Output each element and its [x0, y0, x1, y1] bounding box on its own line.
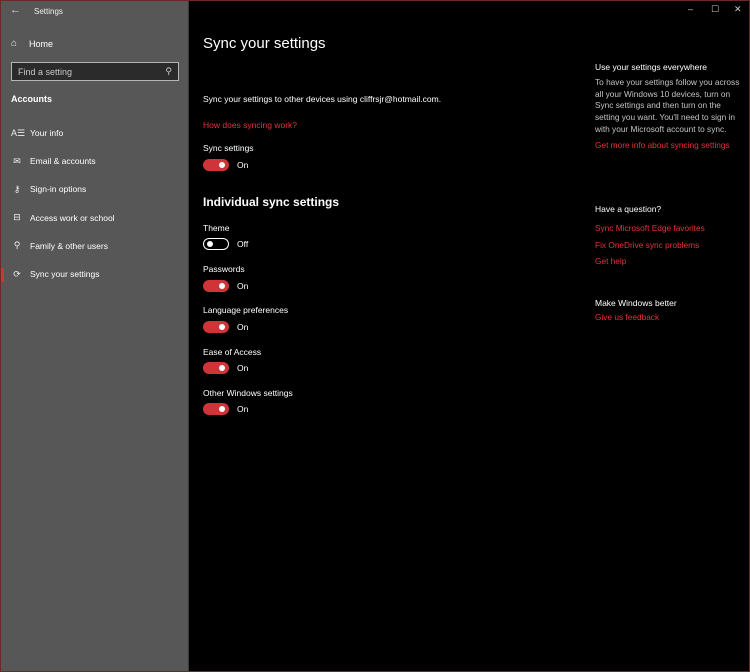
get-help-link[interactable]: Get help [595, 256, 745, 268]
sidebar-item-label: Your info [30, 128, 64, 139]
sidebar-item-label: Family & other users [30, 240, 108, 251]
close-button[interactable]: ✕ [734, 4, 742, 15]
more-info-syncing-link[interactable]: Get more info about syncing settings [595, 140, 745, 152]
sync-icon: ⟳ [13, 268, 21, 279]
home-nav-item[interactable]: ⌂ Home [11, 38, 53, 49]
sidebar-item-access-work-school[interactable]: ⊟ Access work or school [1, 204, 189, 232]
ease-of-access-toggle[interactable]: On [203, 362, 248, 374]
page-title: Sync your settings [203, 35, 326, 52]
toggle-switch[interactable] [203, 362, 229, 374]
other-windows-settings-toggle[interactable]: On [203, 403, 248, 415]
search-icon[interactable]: ⚲ [165, 66, 172, 77]
minimize-button[interactable]: – [688, 4, 693, 14]
home-icon: ⌂ [11, 38, 18, 49]
toggle-switch[interactable] [203, 280, 229, 292]
search-input[interactable]: Find a setting ⚲ [11, 62, 179, 81]
sidebar-item-label: Sync your settings [30, 269, 100, 280]
ease-of-access-label: Ease of Access [203, 347, 262, 357]
briefcase-icon: ⊟ [13, 212, 21, 223]
sidebar-item-sign-in-options[interactable]: ⚷ Sign-in options [1, 175, 189, 203]
fix-onedrive-link[interactable]: Fix OneDrive sync problems [595, 240, 745, 252]
sidebar-item-sync-settings[interactable]: ⟳ Sync your settings [1, 260, 189, 288]
maximize-button[interactable]: ☐ [711, 4, 719, 15]
use-settings-everywhere-text: To have your settings follow you across … [595, 77, 740, 134]
search-placeholder: Find a setting [18, 66, 73, 77]
person-card-icon: A☰ [11, 127, 26, 138]
settings-window: ← Settings ⌂ Home Find a setting ⚲ Accou… [0, 0, 750, 672]
sync-settings-label: Sync settings [203, 143, 254, 153]
have-a-question-heading: Have a question? [595, 204, 662, 214]
theme-toggle[interactable]: Off [203, 238, 248, 250]
toggle-switch[interactable] [203, 321, 229, 333]
section-title: Accounts [11, 94, 53, 104]
use-settings-everywhere-panel: Use your settings everywhere To have you… [595, 62, 745, 151]
toggle-state: On [237, 322, 249, 332]
passwords-toggle[interactable]: On [203, 280, 248, 292]
key-icon: ⚷ [13, 183, 21, 194]
sidebar: ← Settings ⌂ Home Find a setting ⚲ Accou… [1, 1, 189, 671]
back-arrow-icon[interactable]: ← [10, 4, 21, 16]
sync-description: Sync your settings to other devices usin… [203, 94, 442, 104]
make-windows-better-heading: Make Windows better [595, 298, 677, 308]
sidebar-item-family-other-users[interactable]: ⚲ Family & other users [1, 232, 189, 260]
language-preferences-label: Language preferences [203, 305, 289, 315]
how-syncing-works-link[interactable]: How does syncing work? [203, 120, 297, 130]
other-windows-settings-label: Other Windows settings [203, 388, 293, 398]
toggle-switch[interactable] [203, 238, 229, 250]
give-feedback-link[interactable]: Give us feedback [595, 312, 745, 324]
sidebar-item-label: Sign-in options [30, 184, 87, 195]
mail-icon: ✉ [13, 155, 21, 166]
sync-edge-favorites-link[interactable]: Sync Microsoft Edge favorites [595, 223, 745, 235]
toggle-switch[interactable] [203, 403, 229, 415]
add-person-icon: ⚲ [13, 240, 21, 251]
theme-label: Theme [203, 223, 230, 233]
language-preferences-toggle[interactable]: On [203, 321, 248, 333]
sidebar-nav: A☰ Your info ✉ Email & accounts ⚷ Sign-i… [1, 119, 189, 288]
home-label: Home [29, 38, 54, 49]
sidebar-item-label: Email & accounts [30, 156, 96, 167]
individual-sync-heading: Individual sync settings [203, 195, 340, 209]
sync-settings-toggle[interactable]: On [203, 159, 248, 171]
sidebar-item-label: Access work or school [30, 212, 115, 223]
make-windows-better-panel: Make Windows better Give us feedback [595, 298, 745, 324]
use-settings-everywhere-heading: Use your settings everywhere [595, 62, 707, 72]
toggle-state: Off [237, 239, 249, 249]
sidebar-item-your-info[interactable]: A☰ Your info [1, 119, 189, 147]
toggle-state: On [237, 281, 249, 291]
toggle-switch[interactable] [203, 159, 229, 171]
have-a-question-panel: Have a question? Sync Microsoft Edge fav… [595, 204, 745, 268]
toggle-state: On [237, 404, 249, 414]
toggle-state: On [237, 363, 249, 373]
app-title: Settings [34, 7, 63, 16]
toggle-state: On [237, 160, 249, 170]
sidebar-item-email-accounts[interactable]: ✉ Email & accounts [1, 147, 189, 175]
passwords-label: Passwords [203, 264, 245, 274]
